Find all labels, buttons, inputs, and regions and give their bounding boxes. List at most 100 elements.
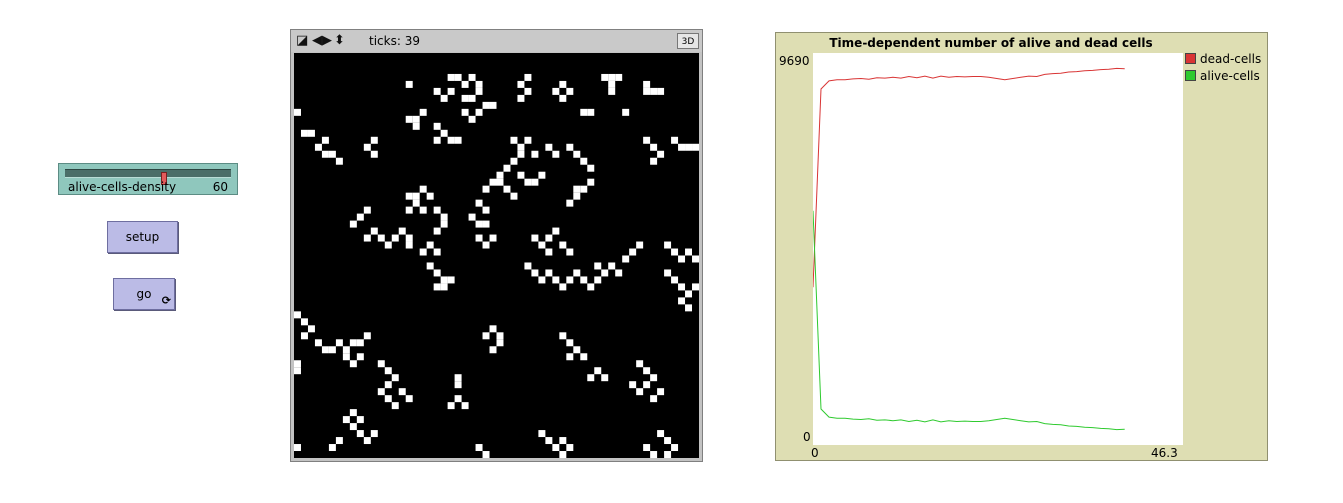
alive-cell [377,360,385,368]
alive-cell [440,213,448,221]
alive-cell [657,430,665,438]
alive-cell [510,192,518,200]
alive-cell [294,311,301,319]
alive-cell [461,402,469,410]
alive-cell [405,206,413,214]
alive-cell [636,388,644,396]
alive-cell [405,234,413,242]
alive-cell [580,353,588,361]
alive-cell [328,346,336,354]
alive-cell [356,430,364,438]
alive-cell [559,80,567,88]
alive-cell [692,143,699,151]
y-axis-max: 9690 [779,54,810,68]
alive-cell [391,234,399,242]
alive-cell [545,248,553,256]
alive-cell [650,395,658,403]
alive-cell [636,360,644,368]
alive-cell [447,87,455,95]
alive-cell [426,241,434,249]
alive-cell [643,381,651,389]
alive-cell [454,73,462,81]
plot-lines [812,67,1125,431]
alive-cell [552,227,560,235]
alive-cell [524,136,532,144]
alive-cell [671,136,679,144]
alive-cell [678,255,686,263]
slider-track[interactable] [65,169,231,185]
alive-cell [615,269,623,277]
alive-cell [664,451,672,458]
alive-cell [566,199,574,207]
alive-cell [363,143,371,151]
alive-cell [524,178,532,186]
alive-cell [426,262,434,270]
alive-cell [643,367,651,375]
alive-cell [629,381,637,389]
alive-cell [405,80,413,88]
alive-cell [321,150,329,158]
alive-cell [573,150,581,158]
series-line-dead-cells [812,67,1125,288]
alive-cell [671,444,679,452]
alive-cell [622,255,630,263]
alive-cell [377,388,385,396]
alive-cell [461,94,469,102]
alive-cell [433,206,441,214]
alive-cell [566,353,574,361]
plot-area [812,53,1183,445]
alive-cell [433,269,441,277]
alive-cell [314,339,322,347]
alive-cell [517,80,525,88]
alive-cell [384,367,392,375]
alive-cell [664,437,672,445]
world-canvas[interactable] [294,53,699,458]
horizontal-arrows-icon[interactable]: ◀▶ [312,33,332,49]
alive-cell [545,234,553,242]
alive-cell [510,136,518,144]
alive-cell [545,437,553,445]
alive-cell [692,283,699,291]
setup-button[interactable]: setup [107,221,178,253]
alive-cell [294,108,301,116]
alive-cell [496,332,504,340]
alive-cell [300,129,308,137]
alive-cell [433,283,441,291]
alive-cell [300,332,308,340]
alive-cell [573,269,581,277]
alive-cells-density-slider[interactable]: alive-cells-density 60 [58,163,238,195]
alive-cell [384,381,392,389]
alive-cell [349,360,357,368]
alive-cell [503,185,511,193]
alive-cell [461,108,469,116]
alive-cell [419,185,427,193]
edit-view-icon[interactable]: ◪ [296,33,308,49]
alive-cell [517,143,525,151]
alive-cell [356,416,364,424]
legend-label-alive-cells: alive-cells [1200,68,1260,83]
alive-cell [608,262,616,270]
alive-cell [433,248,441,256]
3d-view-button[interactable]: 3D [677,33,699,49]
alive-cell [475,234,483,242]
alive-cell [482,101,490,109]
alive-cell [559,451,567,458]
alive-cell [447,73,455,81]
alive-cell [363,332,371,340]
alive-cell [370,227,378,235]
plot-title: Time-dependent number of alive and dead … [829,36,1153,50]
alive-cell [601,374,609,382]
alive-cell [566,444,574,452]
alive-cell [433,87,441,95]
legend-swatch-dead-cells [1185,53,1196,64]
alive-cell [587,108,595,116]
alive-cell [643,87,651,95]
alive-cell [531,269,539,277]
alive-cell [510,157,518,165]
alive-cell [559,437,567,445]
alive-cell [454,395,462,403]
alive-cell [587,283,595,291]
go-button[interactable]: go ⟳ [113,278,175,310]
vertical-arrows-icon[interactable]: ⬍ [334,33,345,49]
alive-cell [349,220,357,228]
